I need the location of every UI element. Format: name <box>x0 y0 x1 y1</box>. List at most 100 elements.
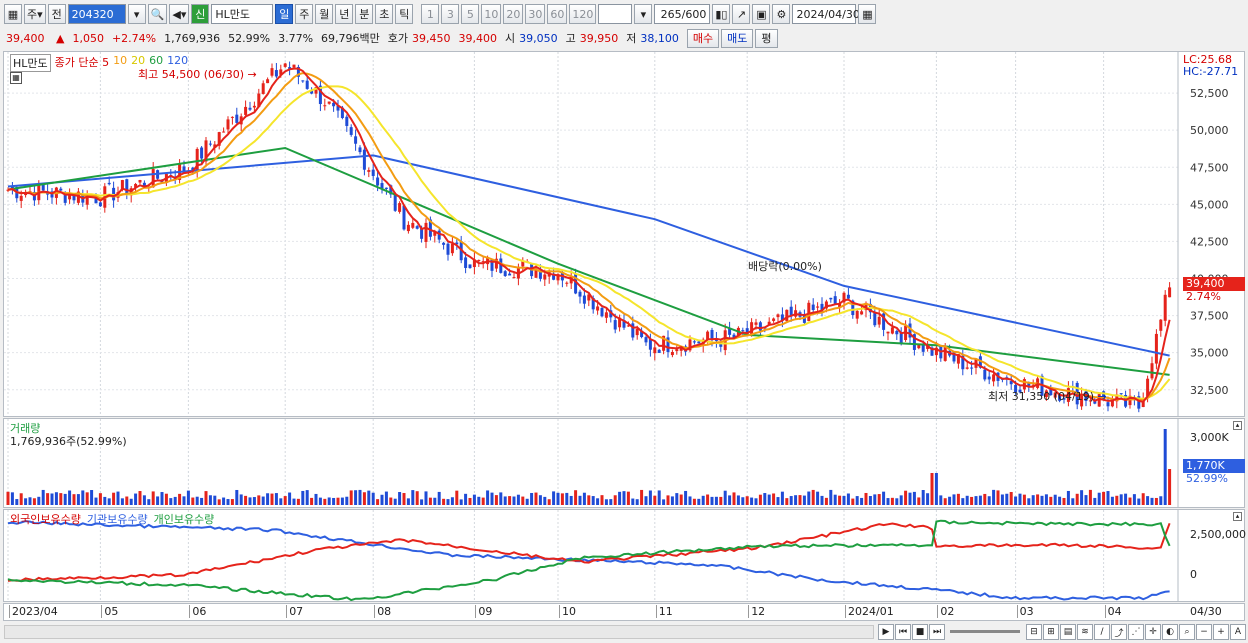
stock-code-input[interactable]: 204320 <box>67 4 126 24</box>
low-annotation: 최저 31,350 (04/19) → <box>988 390 1107 403</box>
date-input[interactable]: 2024/04/30 <box>792 4 860 24</box>
chart-type-icon[interactable]: ▦ <box>4 4 22 24</box>
volume-bar <box>750 497 754 505</box>
zoom-out-icon[interactable]: ⊟ <box>1026 624 1042 640</box>
candle-body <box>406 224 410 232</box>
tab-day[interactable]: 일 <box>275 4 294 24</box>
volume-bar <box>811 489 815 505</box>
volume-panel[interactable]: 거래량 1,769,936주(52.99%) 3,000K 1,770K 52.… <box>3 418 1245 508</box>
buy-button[interactable]: 매수 <box>686 28 720 48</box>
sell-button[interactable]: 매도 <box>721 28 754 48</box>
tab-second[interactable]: 초 <box>375 4 394 24</box>
tab-tick[interactable]: 틱 <box>395 4 414 24</box>
volume-bar <box>948 496 952 505</box>
fast-forward-icon[interactable]: ⏭ <box>929 624 945 640</box>
interval-3[interactable]: 3 <box>441 4 460 24</box>
count-field[interactable]: 265/600 <box>654 4 711 24</box>
zoom-slider[interactable] <box>950 630 1020 633</box>
volume-bar <box>116 491 120 505</box>
volume-bar <box>728 495 732 505</box>
volume-bar <box>41 489 45 505</box>
prev-button[interactable]: 전 <box>47 4 66 24</box>
draw-icon[interactable]: ↗ <box>732 4 751 24</box>
minus-icon[interactable]: − <box>1196 624 1212 640</box>
interval-5[interactable]: 5 <box>461 4 480 24</box>
candle-body <box>371 169 375 176</box>
tab-month[interactable]: 월 <box>315 4 334 24</box>
stop-icon[interactable]: ■ <box>912 624 928 640</box>
color-tool-icon[interactable]: ◐ <box>1162 624 1178 640</box>
volume-chart[interactable] <box>4 419 1244 507</box>
volume-bar <box>208 495 212 505</box>
volume-bar <box>1075 493 1079 505</box>
period-select[interactable]: 주 ▾ <box>24 4 46 24</box>
rewind-icon[interactable]: ⏮ <box>895 624 911 640</box>
volume-bar <box>609 499 613 505</box>
candle-body <box>508 273 512 276</box>
horizontal-scrollbar[interactable] <box>4 625 874 639</box>
holdings-panel[interactable]: 외국인보유수량 기관보유수량 개인보유수량 2,500,000 0 ▴ <box>3 509 1246 602</box>
interval-10[interactable]: 10 <box>481 4 502 24</box>
panel-close-icon[interactable]: ▴ <box>1233 512 1242 521</box>
volume-bar <box>983 493 987 505</box>
volume-bar <box>829 489 833 505</box>
volume-bar <box>1022 494 1026 505</box>
gear-icon[interactable]: ⚙ <box>772 4 791 24</box>
layout-icon[interactable]: ▤ <box>1060 624 1076 640</box>
indicator-icon[interactable]: ≋ <box>1077 624 1093 640</box>
tab-minute[interactable]: 분 <box>355 4 374 24</box>
candle-body <box>437 230 441 240</box>
tab-year[interactable]: 년 <box>335 4 354 24</box>
candle-body <box>503 271 507 277</box>
volume-bar <box>354 490 358 505</box>
candle-body <box>890 327 894 334</box>
panel-close-icon[interactable]: ▴ <box>1233 421 1242 430</box>
code-dropdown-icon[interactable]: ▾ <box>127 4 146 24</box>
volume-bar <box>1066 490 1070 505</box>
volume-bar <box>877 494 881 505</box>
candle-body <box>613 320 617 330</box>
volume-bar <box>807 491 811 505</box>
zoom-fit-icon[interactable]: ⊞ <box>1043 624 1059 640</box>
candle-body <box>992 374 996 382</box>
line-tool-icon[interactable]: / <box>1094 624 1110 640</box>
interval-20[interactable]: 20 <box>503 4 524 24</box>
crosshair-icon[interactable]: ✛ <box>1145 624 1161 640</box>
custom-interval-dropdown-icon[interactable]: ▾ <box>634 4 653 24</box>
trend-tool-icon[interactable]: ⤴ <box>1111 624 1127 640</box>
interval-60[interactable]: 60 <box>547 4 568 24</box>
search-icon[interactable]: 🔍 <box>147 4 168 24</box>
interval-120[interactable]: 120 <box>569 4 597 24</box>
volume-bar <box>719 496 723 505</box>
fib-tool-icon[interactable]: ⋰ <box>1128 624 1144 640</box>
custom-interval-input[interactable] <box>598 4 633 24</box>
avg-button[interactable]: 평 <box>755 28 778 48</box>
tab-week[interactable]: 주 <box>295 4 314 24</box>
price-chart[interactable]: 52,50050,00047,50045,00042,50040,00037,5… <box>4 52 1244 416</box>
candle-icon[interactable]: ▮▯ <box>712 4 731 24</box>
volume-bar <box>1044 494 1048 505</box>
scroll-right-icon[interactable]: ▶ <box>878 624 894 640</box>
volume-bar <box>820 495 824 505</box>
candle-body <box>1106 402 1110 407</box>
plus-icon[interactable]: + <box>1213 624 1229 640</box>
high-annotation: 최고 54,500 (06/30) → <box>138 68 257 81</box>
volume-bar <box>283 496 287 505</box>
interval-30[interactable]: 30 <box>525 4 546 24</box>
volume-bar <box>851 498 855 505</box>
price-chart-panel[interactable]: 52,50050,00047,50045,00042,50040,00037,5… <box>3 51 1245 417</box>
change-percent: +2.74% <box>111 31 157 45</box>
y-tick-label: 47,500 <box>1190 161 1229 174</box>
interval-1[interactable]: 1 <box>421 4 440 24</box>
volume-bar <box>63 493 67 505</box>
volume-bar <box>147 499 151 505</box>
zoom-icon[interactable]: ⌕ <box>1179 624 1195 640</box>
save-icon[interactable]: ▣ <box>752 4 771 24</box>
volume-bar <box>186 490 190 505</box>
table-icon[interactable]: ▦ <box>10 72 22 84</box>
volume: 1,769,936 <box>164 31 221 45</box>
sound-icon[interactable]: ◀▾ <box>169 4 190 24</box>
font-size-icon[interactable]: A <box>1230 624 1246 640</box>
volume-bar <box>1168 469 1172 505</box>
calendar-icon[interactable]: ▦ <box>858 4 877 24</box>
